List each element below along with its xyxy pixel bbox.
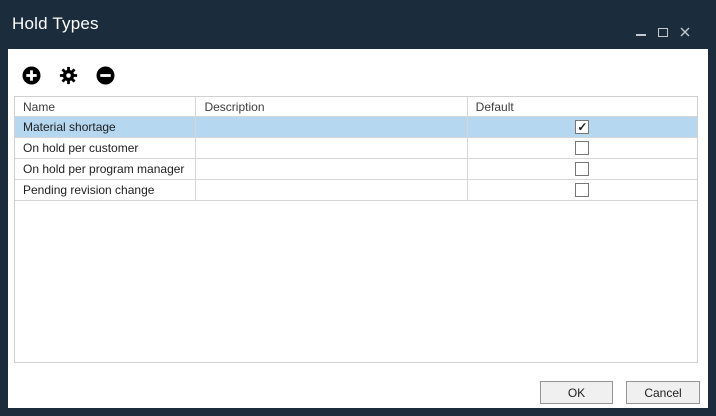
table-row[interactable]: Pending revision change <box>15 180 697 201</box>
close-icon[interactable] <box>680 27 690 37</box>
default-checkbox[interactable] <box>575 183 589 197</box>
row-default-cell <box>468 138 697 158</box>
table-row[interactable]: On hold per customer <box>15 138 697 159</box>
dialog-content: Name Description Default Material shorta… <box>8 49 708 408</box>
row-name: On hold per program manager <box>15 159 196 179</box>
toolbar <box>22 66 115 85</box>
hold-types-window: Hold Types <box>0 0 716 416</box>
plus-circle-icon <box>22 66 41 85</box>
remove-button[interactable] <box>96 66 115 85</box>
default-checkbox[interactable] <box>575 162 589 176</box>
row-default-cell <box>468 159 697 179</box>
window-controls <box>636 25 690 37</box>
window-title: Hold Types <box>12 14 99 34</box>
table-row[interactable]: Material shortage <box>15 117 697 138</box>
row-description <box>196 117 467 137</box>
settings-button[interactable] <box>59 66 78 85</box>
column-header-default[interactable]: Default <box>468 97 697 116</box>
row-description <box>196 180 467 200</box>
gear-icon <box>59 66 78 85</box>
row-default-cell <box>468 180 697 200</box>
minus-circle-icon <box>96 66 115 85</box>
default-checkbox[interactable] <box>575 120 589 134</box>
column-header-name[interactable]: Name <box>15 97 196 116</box>
table-header-row: Name Description Default <box>15 97 697 117</box>
row-default-cell <box>468 117 697 137</box>
default-checkbox[interactable] <box>575 141 589 155</box>
row-description <box>196 138 467 158</box>
minimize-icon[interactable] <box>636 34 646 36</box>
add-button[interactable] <box>22 66 41 85</box>
row-name: Material shortage <box>15 117 196 137</box>
column-header-description[interactable]: Description <box>196 97 467 116</box>
maximize-icon[interactable] <box>658 28 668 37</box>
row-name: Pending revision change <box>15 180 196 200</box>
table-row[interactable]: On hold per program manager <box>15 159 697 180</box>
row-name: On hold per customer <box>15 138 196 158</box>
hold-types-table: Name Description Default Material shorta… <box>14 96 698 363</box>
titlebar[interactable]: Hold Types <box>0 0 716 49</box>
ok-button[interactable]: OK <box>540 381 613 404</box>
cancel-button[interactable]: Cancel <box>626 381 700 404</box>
row-description <box>196 159 467 179</box>
